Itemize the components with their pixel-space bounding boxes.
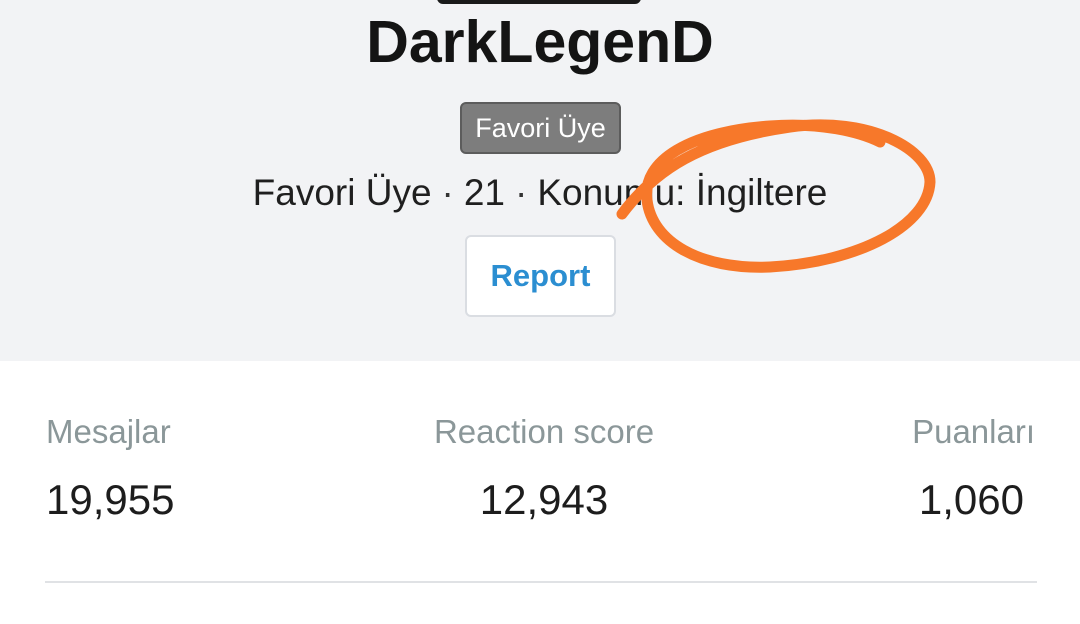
user-age: 21 [463, 172, 506, 213]
report-button[interactable]: Report [465, 235, 616, 317]
user-title-badge: Favori Üye [460, 102, 621, 154]
stat-value-points[interactable]: 1,060 [919, 476, 1024, 524]
username[interactable]: DarkLegenD [0, 8, 1080, 76]
meta-separator: · [441, 172, 454, 213]
user-location[interactable]: İngiltere [696, 172, 828, 213]
member-meta-line: Favori Üye · 21 · Konumu: İngiltere [0, 172, 1080, 214]
profile-header: DarkLegenD Favori Üye Favori Üye · 21 · Konu… [0, 0, 1080, 361]
location-label: Konumu: [537, 172, 686, 213]
user-title: Favori Üye [252, 172, 432, 213]
member-profile-page: DarkLegenD Favori Üye Favori Üye · 21 · Konu… [0, 0, 1080, 624]
member-stats: Mesajlar 19,955 Reaction score 12,943 Pu… [0, 361, 1080, 624]
divider [45, 581, 1037, 583]
stat-label-points: Puanları [912, 413, 1035, 450]
meta-separator: · [515, 172, 528, 213]
avatar[interactable] [437, 0, 641, 4]
